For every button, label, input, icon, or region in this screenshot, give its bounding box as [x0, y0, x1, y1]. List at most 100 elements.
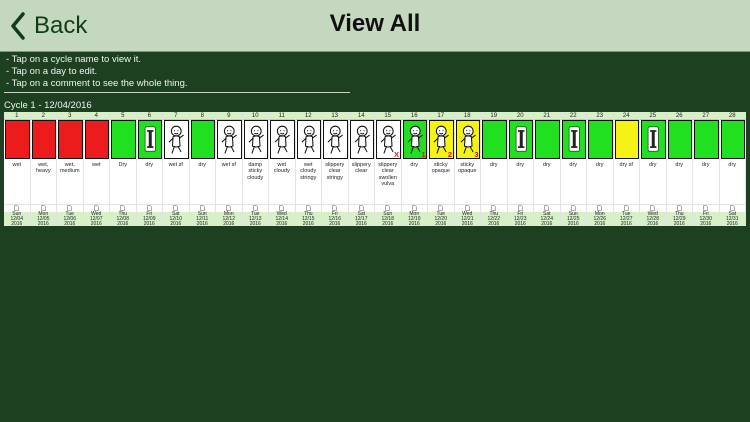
note-cell[interactable] [587, 205, 613, 211]
day-column[interactable]: 12 wet cloudy stringy Thu 12/15 2016 [295, 112, 322, 226]
stamp-white-baby[interactable]: X [376, 120, 401, 159]
day-column[interactable]: 19 dry Thu 12/22 2016 [481, 112, 508, 226]
comment-cell[interactable]: sticky opaque [428, 159, 454, 205]
comment-cell[interactable]: dry [401, 159, 427, 205]
comment-cell[interactable]: slippery clear stringy [322, 159, 348, 205]
comment-cell[interactable]: dry [481, 159, 507, 205]
note-cell[interactable] [4, 205, 30, 211]
day-column[interactable]: 21 dry Sat 12/24 2016 [534, 112, 561, 226]
note-cell[interactable] [508, 205, 534, 211]
day-column[interactable]: 4 wet Wed 12/07 2016 [83, 112, 110, 226]
note-cell[interactable] [322, 205, 348, 211]
day-column[interactable]: 27 dry Fri 12/30 2016 [693, 112, 720, 226]
stamp-green[interactable] [190, 120, 215, 159]
stamp-white-baby[interactable] [270, 120, 295, 159]
day-column[interactable]: 5 Dry Thu 12/08 2016 [110, 112, 137, 226]
stamp-red[interactable] [5, 120, 30, 159]
note-cell[interactable] [84, 205, 110, 211]
day-column[interactable]: 9 wet sf Mon 12/12 2016 [216, 112, 243, 226]
day-column[interactable]: 17 2 sticky opaque Tue 12/20 2016 [428, 112, 455, 226]
stamp-red[interactable] [84, 120, 109, 159]
comment-cell[interactable]: Dry [110, 159, 136, 205]
stamp-green[interactable] [482, 120, 507, 159]
stamp-white-baby[interactable] [217, 120, 242, 159]
stamp-yellow-baby[interactable]: 3 [455, 120, 480, 159]
day-column[interactable]: 7 wet sf Sat 12/10 2016 [163, 112, 190, 226]
note-cell[interactable] [349, 205, 375, 211]
note-cell[interactable] [190, 205, 216, 211]
stamp-yellow-baby[interactable]: 2 [429, 120, 454, 159]
note-cell[interactable] [110, 205, 136, 211]
stamp-green[interactable] [588, 120, 613, 159]
comment-cell[interactable]: dry [189, 159, 215, 205]
note-cell[interactable] [693, 205, 719, 211]
stamp-green-intercourse[interactable] [508, 120, 533, 159]
stamp-green[interactable] [667, 120, 692, 159]
comment-cell[interactable]: wet sf [216, 159, 242, 205]
comment-cell[interactable]: dry [560, 159, 586, 205]
comment-cell[interactable]: dry [719, 159, 745, 205]
day-column[interactable]: 22 dry Sun 12/25 2016 [560, 112, 587, 226]
stamp-yellow[interactable] [614, 120, 639, 159]
day-column[interactable]: 15 Xslippery clear swollen vulva Sun 12/18 2… [375, 112, 402, 226]
note-cell[interactable] [481, 205, 507, 211]
day-column[interactable]: 2 wet, heavy Mon 12/05 2016 [30, 112, 57, 226]
comment-cell[interactable]: sticky opaque [454, 159, 480, 205]
note-cell[interactable] [428, 205, 454, 211]
note-cell[interactable] [720, 205, 746, 211]
comment-cell[interactable]: wet, heavy [30, 159, 56, 205]
stamp-white-baby[interactable] [323, 120, 348, 159]
comment-cell[interactable]: dry [507, 159, 533, 205]
day-column[interactable]: 10 damp sticky cloudy Tue 12/13 2016 [242, 112, 269, 226]
note-cell[interactable] [455, 205, 481, 211]
stamp-red[interactable] [31, 120, 56, 159]
day-column[interactable]: 11 wet cloudy Wed 12/14 2016 [269, 112, 296, 226]
comment-cell[interactable]: dry sf [613, 159, 639, 205]
comment-cell[interactable]: wet cloudy stringy [295, 159, 321, 205]
comment-cell[interactable]: dry [693, 159, 719, 205]
note-cell[interactable] [216, 205, 242, 211]
day-column[interactable]: 20 dry Fri 12/23 2016 [507, 112, 534, 226]
day-column[interactable]: 1 wet Sun 12/04 2016 [4, 112, 31, 226]
stamp-green[interactable] [694, 120, 719, 159]
stamp-green-baby[interactable]: 1 [402, 120, 427, 159]
day-column[interactable]: 26 dry Thu 12/29 2016 [666, 112, 693, 226]
cycle-name-link[interactable]: Cycle 1 - 12/04/2016 [4, 100, 92, 111]
note-cell[interactable] [534, 205, 560, 211]
day-column[interactable]: 13 slippery clear stringy Fri 12/16 2016 [322, 112, 349, 226]
stamp-green-intercourse[interactable] [641, 120, 666, 159]
comment-cell[interactable]: wet, medium [57, 159, 83, 205]
stamp-white-baby[interactable] [296, 120, 321, 159]
comment-cell[interactable]: wet [83, 159, 109, 205]
stamp-green-intercourse[interactable] [561, 120, 586, 159]
stamp-white-baby[interactable] [243, 120, 268, 159]
note-cell[interactable] [296, 205, 322, 211]
comment-cell[interactable]: dry [640, 159, 666, 205]
stamp-green-intercourse[interactable] [137, 120, 162, 159]
day-column[interactable]: 24 dry sf Tue 12/27 2016 [613, 112, 640, 226]
note-cell[interactable] [31, 205, 57, 211]
comment-cell[interactable]: wet cloudy [269, 159, 295, 205]
note-cell[interactable] [163, 205, 189, 211]
comment-cell[interactable]: dry [534, 159, 560, 205]
comment-cell[interactable]: damp sticky cloudy [242, 159, 268, 205]
comment-cell[interactable]: wet [4, 159, 30, 205]
note-cell[interactable] [614, 205, 640, 211]
day-column[interactable]: 14 slippery clear Sat 12/17 2016 [348, 112, 375, 226]
comment-cell[interactable]: dry [136, 159, 162, 205]
note-cell[interactable] [137, 205, 163, 211]
stamp-green[interactable] [720, 120, 745, 159]
day-column[interactable]: 16 1 dry Mon 12/19 2016 [401, 112, 428, 226]
stamp-white-baby[interactable] [349, 120, 374, 159]
note-cell[interactable] [640, 205, 666, 211]
stamp-green[interactable] [111, 120, 136, 159]
comment-cell[interactable]: wet sf [163, 159, 189, 205]
note-cell[interactable] [561, 205, 587, 211]
note-cell[interactable] [402, 205, 428, 211]
day-column[interactable]: 28 dry Sat 12/31 2016 [719, 112, 746, 226]
day-column[interactable]: 18 3 sticky opaque Wed 12/21 2016 [454, 112, 481, 226]
day-column[interactable]: 8 dry Sun 12/11 2016 [189, 112, 216, 226]
note-cell[interactable] [269, 205, 295, 211]
note-cell[interactable] [243, 205, 269, 211]
comment-cell[interactable]: slippery clear swollen vulva [375, 159, 401, 205]
